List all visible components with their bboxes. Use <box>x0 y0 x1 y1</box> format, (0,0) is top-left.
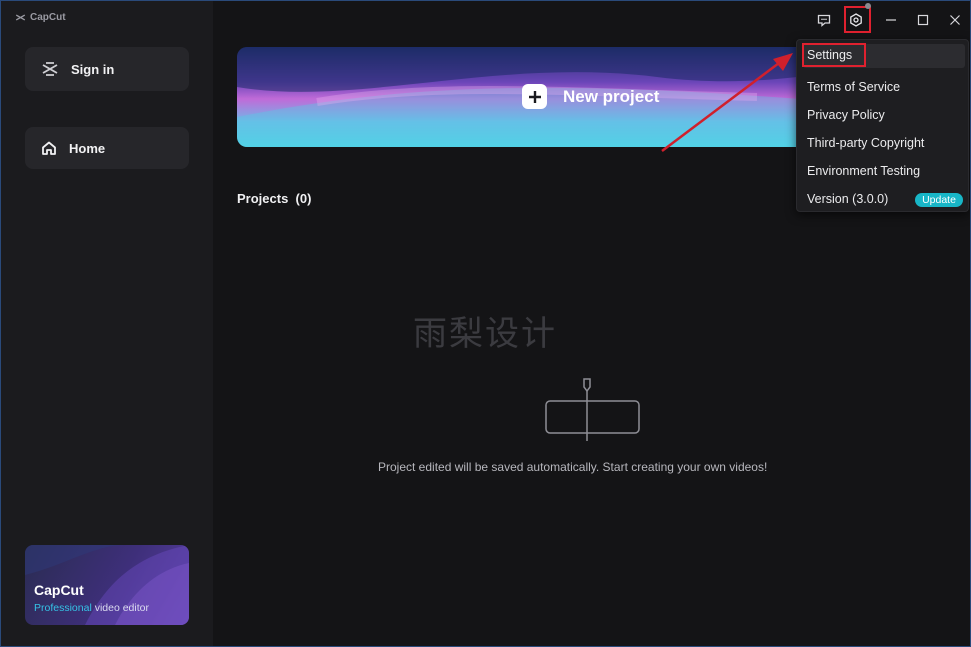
promo-card[interactable]: CapCut Professional video editor <box>25 545 189 625</box>
home-icon <box>42 141 56 155</box>
sidebar: Sign in Home CapCut Professional video e… <box>1 1 213 646</box>
promo-title: CapCut <box>34 582 84 598</box>
capcut-logo-icon <box>15 14 26 21</box>
empty-timeline-icon <box>545 378 640 441</box>
empty-state-message: Project edited will be saved automatical… <box>378 460 768 474</box>
feedback-button[interactable] <box>813 9 835 31</box>
feedback-icon <box>817 14 831 27</box>
titlebar: CapCut <box>1 1 970 37</box>
maximize-icon <box>917 14 929 26</box>
settings-highlight-box <box>844 6 871 33</box>
app-window: Sign in Home CapCut Professional video e… <box>0 0 971 647</box>
maximize-button[interactable] <box>912 9 934 31</box>
menu-item-version: Version (3.0.0) <box>807 192 889 206</box>
new-project-content: New project <box>522 84 659 109</box>
menu-item-terms-of-service[interactable]: Terms of Service <box>807 80 900 94</box>
capcut-logo-icon <box>42 62 58 76</box>
promo-subtitle: Professional video editor <box>34 602 149 614</box>
sign-in-label: Sign in <box>71 61 115 77</box>
close-icon <box>950 15 960 25</box>
sidebar-item-home[interactable]: Home <box>25 127 189 169</box>
settings-item-highlight-box <box>802 43 866 67</box>
menu-item-third-party-copyright[interactable]: Third-party Copyright <box>807 136 924 150</box>
update-badge[interactable]: Update <box>915 193 963 207</box>
menu-item-privacy-policy[interactable]: Privacy Policy <box>807 108 885 122</box>
sign-in-button[interactable]: Sign in <box>25 47 189 91</box>
close-button[interactable] <box>944 9 966 31</box>
projects-label: Projects <box>237 191 289 206</box>
new-project-button[interactable]: New project <box>237 47 837 147</box>
projects-heading: Projects (0) <box>237 191 311 206</box>
watermark: 雨梨设计 <box>413 314 557 354</box>
promo-subtitle-rest: video editor <box>91 602 149 614</box>
notification-dot <box>865 3 871 9</box>
app-title: CapCut <box>30 12 66 23</box>
minimize-icon <box>886 19 896 21</box>
home-label: Home <box>69 140 106 156</box>
app-logo: CapCut <box>15 12 66 23</box>
new-project-label: New project <box>563 86 660 106</box>
promo-subtitle-accent: Professional <box>34 602 92 614</box>
menu-item-environment-testing[interactable]: Environment Testing <box>807 164 920 178</box>
minimize-button[interactable] <box>880 9 902 31</box>
projects-count: (0) <box>295 191 312 206</box>
plus-icon <box>522 84 547 109</box>
